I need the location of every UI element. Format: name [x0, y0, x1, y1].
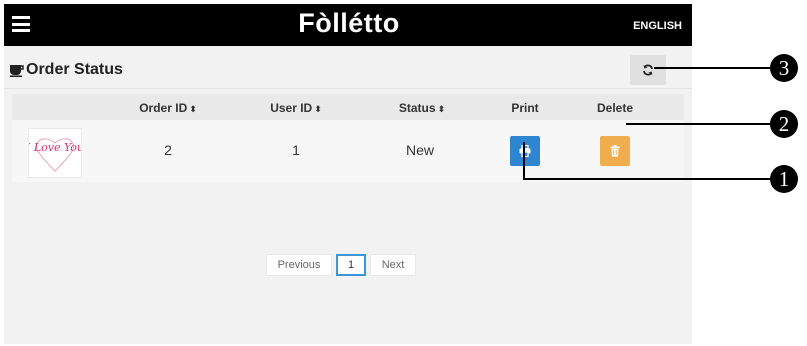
language-selector[interactable]: ENGLISH	[633, 20, 682, 32]
column-header-print: Print	[511, 101, 539, 115]
order-id-cell: 2	[164, 142, 172, 158]
section-header: Order Status	[4, 52, 692, 86]
table-header: Order ID ⬍ User ID ⬍ Status ⬍ Print Delete	[12, 94, 684, 120]
delete-button[interactable]	[600, 136, 630, 166]
status-cell: New	[405, 142, 434, 158]
app-screen: Fòllétto ENGLISH Order Status Order ID ⬍ …	[4, 4, 692, 344]
column-header-order-id[interactable]: Order ID ⬍	[138, 101, 198, 115]
refresh-button[interactable]	[630, 55, 666, 85]
column-header-delete: Delete	[596, 101, 634, 115]
callout-line-1-horizontal	[523, 178, 770, 180]
divider	[4, 88, 692, 89]
order-thumbnail: I Love You	[25, 128, 84, 178]
callout-line-2	[626, 123, 770, 125]
sort-icon: ⬍	[314, 104, 322, 114]
orders-table: Order ID ⬍ User ID ⬍ Status ⬍ Print Delete …	[12, 94, 684, 182]
sort-icon: ⬍	[437, 104, 446, 114]
brand-logo: Fòllétto	[298, 8, 400, 38]
callout-line-3	[654, 67, 770, 69]
column-header-user-id[interactable]: User ID ⬍	[268, 101, 324, 115]
love-you-image: I Love You	[25, 138, 84, 172]
top-navbar: Fòllétto ENGLISH	[4, 4, 692, 46]
pagination-next[interactable]: Next	[370, 254, 416, 276]
callout-line-1-vertical	[523, 142, 525, 180]
callout-number-1: 1	[770, 165, 798, 193]
pagination-previous[interactable]: Previous	[266, 254, 332, 276]
pagination-page-1[interactable]: 1	[336, 254, 366, 276]
thumbnail-text: I Love You	[29, 141, 81, 154]
trash-icon	[610, 145, 620, 157]
hamburger-menu-icon[interactable]	[12, 16, 30, 32]
column-header-status[interactable]: Status ⬍	[396, 101, 448, 115]
print-button[interactable]	[510, 136, 540, 166]
refresh-icon	[643, 64, 653, 76]
page-title: Order Status	[26, 61, 123, 78]
callout-number-2: 2	[770, 110, 798, 138]
sort-icon: ⬍	[189, 104, 197, 114]
callout-number-3: 3	[770, 54, 798, 82]
table-row: I Love You 2 1 New	[12, 120, 684, 182]
coffee-cup-icon	[10, 65, 24, 77]
printer-icon	[519, 145, 531, 157]
user-id-cell: 1	[292, 142, 300, 158]
